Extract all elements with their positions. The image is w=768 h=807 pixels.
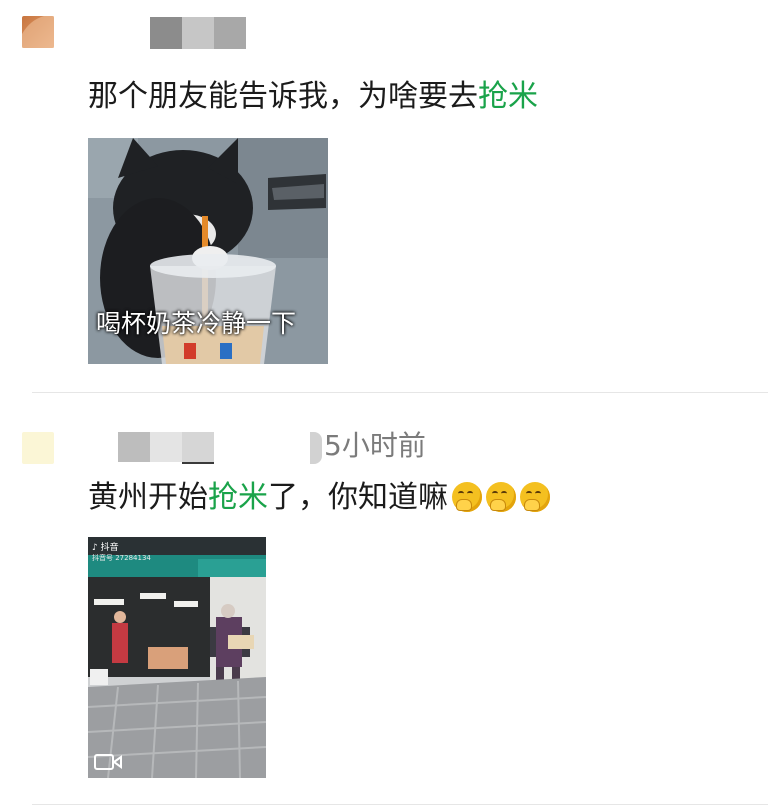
timestamp: 5小时前 bbox=[324, 429, 426, 462]
comment-text: 黄州开始抢米了，你知道嘛 bbox=[88, 478, 550, 518]
tiktok-app-label: 抖音 bbox=[100, 543, 119, 553]
blurred-block bbox=[150, 432, 182, 462]
tiktok-watermark: ♪ 抖音 抖音号 27284134 bbox=[92, 540, 151, 563]
avatar[interactable] bbox=[22, 432, 54, 464]
blurred-block bbox=[310, 432, 322, 464]
blurred-underline bbox=[182, 462, 214, 464]
tiktok-logo-icon: ♪ bbox=[92, 543, 98, 553]
thinking-face-icon bbox=[486, 482, 516, 512]
avatar[interactable] bbox=[22, 16, 54, 48]
comment-text: 那个朋友能告诉我，为啥要去抢米 bbox=[88, 77, 538, 117]
image-caption: 喝杯奶茶冷静一下 bbox=[96, 309, 297, 338]
avatar-shape bbox=[22, 16, 54, 48]
highlight-link[interactable]: 抢米 bbox=[208, 480, 268, 515]
comment-text-main: 黄州开始 bbox=[88, 480, 208, 515]
blurred-block bbox=[150, 17, 182, 49]
thinking-face-icon bbox=[520, 482, 550, 512]
comment-text-suffix: 了，你知道嘛 bbox=[268, 480, 448, 515]
highlight-link[interactable]: 抢米 bbox=[478, 79, 538, 114]
divider bbox=[32, 392, 768, 393]
blurred-block bbox=[182, 432, 214, 462]
comment-text-main: 那个朋友能告诉我，为啥要去 bbox=[88, 79, 478, 114]
market-scene-picture bbox=[88, 537, 266, 778]
blurred-block bbox=[182, 17, 214, 49]
meme-image[interactable]: 喝杯奶茶冷静一下 bbox=[88, 138, 328, 364]
blurred-block bbox=[118, 432, 150, 462]
video-thumbnail[interactable]: ♪ 抖音 抖音号 27284134 bbox=[88, 537, 266, 778]
thinking-face-icon bbox=[452, 482, 482, 512]
blurred-block bbox=[214, 17, 246, 49]
divider bbox=[32, 804, 768, 805]
tiktok-user-id: 抖音号 27284134 bbox=[92, 554, 151, 562]
video-camera-icon bbox=[94, 754, 122, 770]
